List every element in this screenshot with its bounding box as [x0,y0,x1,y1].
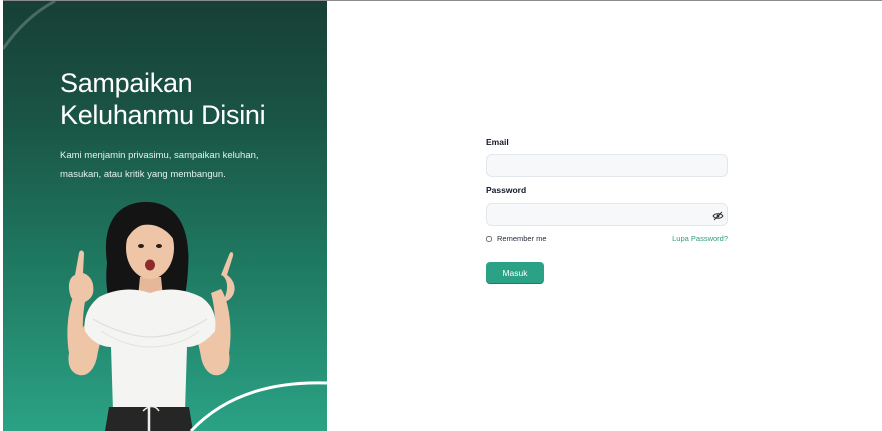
email-label: Email [486,137,509,147]
email-field[interactable] [486,154,728,177]
password-label: Password [486,185,527,195]
hero-panel: Sampaikan Keluhanmu Disini Kami menjamin… [3,1,327,431]
decorative-arc-bottom [189,381,327,431]
login-button[interactable]: Masuk [486,262,544,283]
forgot-password-link[interactable]: Lupa Password? [672,234,728,243]
eye-slash-icon[interactable] [712,209,724,221]
remember-me: Remember me [486,234,547,243]
remember-me-label: Remember me [497,234,547,243]
remember-me-checkbox[interactable] [486,235,492,242]
password-field[interactable] [486,203,728,226]
